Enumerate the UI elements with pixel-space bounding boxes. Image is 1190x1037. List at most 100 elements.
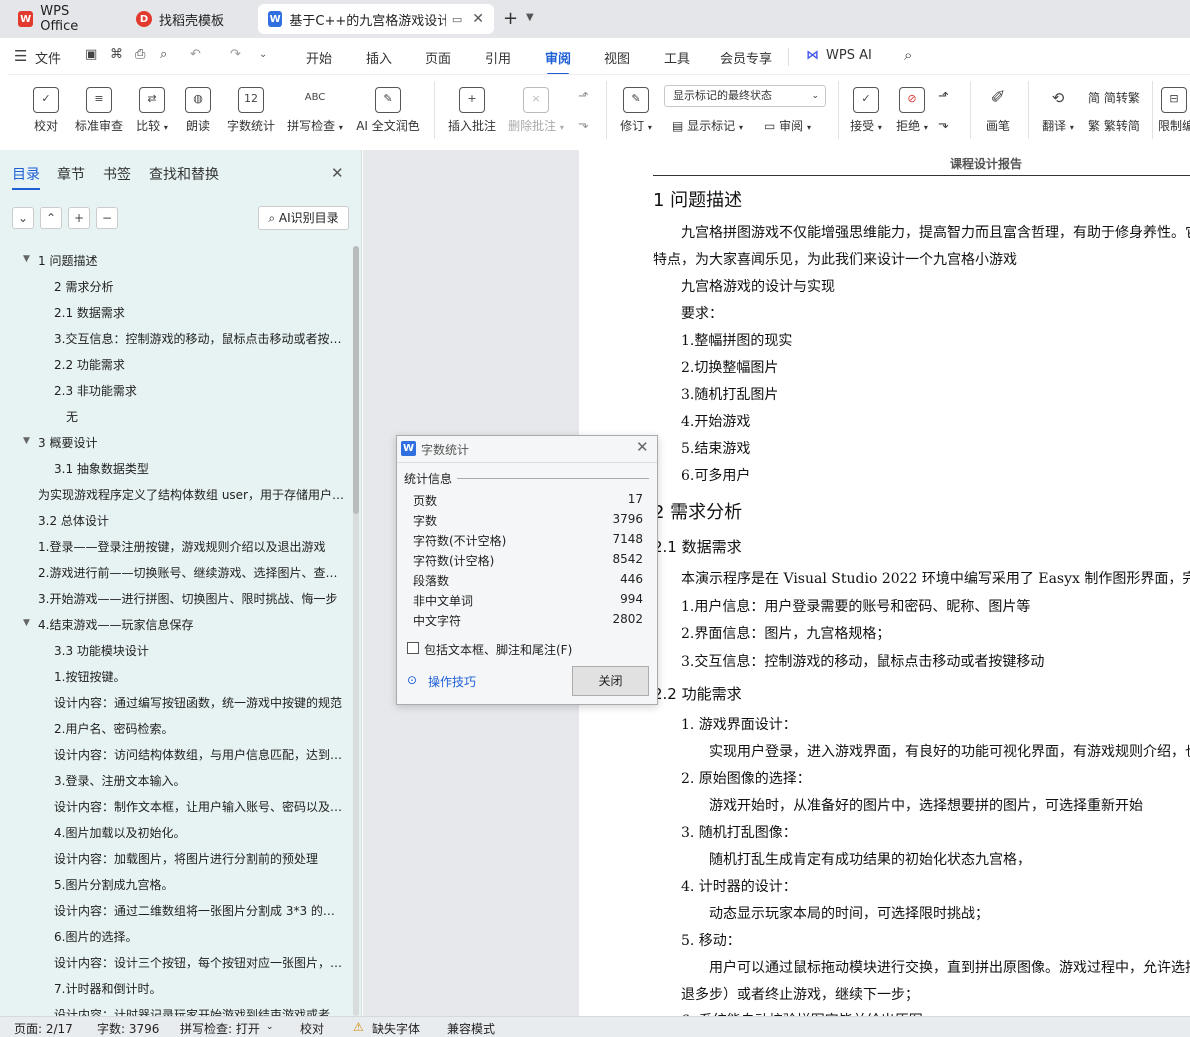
toc-item[interactable]: 3.开始游戏——进行拼图、切换图片、限时挑战、悔一步 (38, 590, 337, 607)
close-icon[interactable]: ✕ (472, 11, 484, 27)
menu-tools[interactable]: 工具 (664, 48, 690, 67)
review-pane-button[interactable]: ▭ 审阅 ▾ (764, 117, 811, 134)
menu-page[interactable]: 页面 (425, 48, 451, 67)
toc-item[interactable]: 2 需求分析 (54, 278, 113, 295)
chevron-down-icon[interactable]: ⌄ (259, 49, 267, 60)
next-change-icon[interactable]: ⬎ (938, 117, 949, 132)
standard-review-button[interactable]: ≡ 标准审查 (72, 75, 126, 145)
proofread-button[interactable]: ✓ 校对 (28, 75, 64, 145)
toc-item[interactable]: 1.按钮按键。 (54, 668, 125, 685)
to-simplified-button[interactable]: 繁 繁转简 (1088, 117, 1140, 134)
toc-item[interactable]: ▼ 3 概要设计 (23, 434, 97, 451)
menu-review[interactable]: 审阅 (545, 48, 571, 75)
word-count-button[interactable]: 12 字数统计 (224, 75, 278, 145)
proofread-indicator[interactable]: 校对 (300, 1020, 324, 1037)
page-indicator[interactable]: 页面: 2/17 (14, 1020, 73, 1037)
previous-change-icon[interactable]: ⬏ (938, 89, 949, 104)
toc-item[interactable]: 3.交互信息：控制游戏的移动，鼠标点击移动或者按键移动 (54, 330, 346, 347)
ai-toc-button[interactable]: ⌕ AI识别目录 (258, 206, 349, 230)
chevron-down-icon[interactable]: ⌄ (266, 1022, 274, 1032)
menu-start[interactable]: 开始 (306, 48, 332, 67)
collapse-arrow-icon[interactable]: ▼ (23, 436, 30, 446)
toc-item[interactable]: 设计内容：加载图片，将图片进行分割前的预处理 (54, 850, 318, 867)
undo-icon[interactable]: ↶ (190, 47, 201, 62)
pen-button[interactable]: ✐ 画笔 (980, 75, 1016, 145)
reject-button[interactable]: ⊘ 拒绝 ▾ (892, 75, 932, 145)
show-markup-button[interactable]: ▤ 显示标记 ▾ (672, 117, 743, 134)
compat-mode-indicator[interactable]: 兼容模式 (447, 1020, 495, 1037)
print-icon[interactable]: ⎙ (135, 47, 145, 62)
missing-font-indicator[interactable]: 缺失字体 (372, 1020, 420, 1037)
to-traditional-button[interactable]: 简 简转繁 (1088, 89, 1140, 106)
toc-item[interactable]: 设计内容：通过二维数组将一张图片分割成 3*3 的九宫格 (54, 902, 346, 919)
word-count-indicator[interactable]: 字数: 3796 (97, 1020, 159, 1037)
tab-chapters[interactable]: 章节 (57, 164, 85, 184)
collapse-arrow-icon[interactable]: ▼ (23, 254, 30, 264)
previous-comment-icon[interactable]: ⬏ (578, 89, 589, 104)
close-pane-icon[interactable]: ✕ (331, 164, 344, 182)
chevron-down-icon[interactable]: ▼ (526, 12, 534, 23)
track-changes-button[interactable]: ✎ 修订 ▾ (616, 75, 656, 145)
toc-item[interactable]: 3.2 总体设计 (38, 512, 109, 529)
monitor-icon[interactable]: ▭ (452, 13, 462, 26)
toc-item[interactable]: 5.图片分割成九宫格。 (54, 876, 173, 893)
tab-toc[interactable]: 目录 (12, 164, 40, 190)
translate-button[interactable]: ⟲ 翻译 ▾ (1038, 75, 1078, 145)
document-page[interactable]: 课程设计报告 1 问题描述 九宫格拼图游戏不仅能增强思维能力，提高智力而且富含哲理… (579, 150, 1190, 1016)
toc-item[interactable]: 无 (66, 408, 78, 425)
print-preview-icon[interactable]: ⌕ (160, 47, 167, 62)
remove-heading-button[interactable]: − (96, 207, 118, 229)
scrollbar-thumb[interactable] (353, 246, 359, 514)
tips-link[interactable]: 操作技巧 (428, 673, 476, 690)
next-comment-icon[interactable]: ⬎ (578, 117, 589, 132)
toc-item[interactable]: 2.3 非功能需求 (54, 382, 137, 399)
save-icon[interactable]: ▣ (85, 47, 97, 62)
toc-item[interactable]: 3.登录、注册文本输入。 (54, 772, 185, 789)
menu-insert[interactable]: 插入 (366, 48, 392, 67)
tab-wps-office[interactable]: W WPS Office (8, 4, 118, 34)
expand-down-button[interactable]: ⌄ (12, 207, 34, 229)
tab-find-replace[interactable]: 查找和替换 (149, 164, 219, 184)
toc-item[interactable]: ▼ 4.结束游戏——玩家信息保存 (23, 616, 193, 633)
toc-scrollbar[interactable] (353, 246, 359, 1016)
menu-membership[interactable]: 会员专享 (720, 48, 772, 67)
search-icon[interactable]: ⌕ (904, 46, 912, 64)
toc-item[interactable]: 4.图片加载以及初始化。 (54, 824, 185, 841)
accept-button[interactable]: ✓ 接受 ▾ (846, 75, 886, 145)
new-tab-plus-icon[interactable]: + (503, 8, 518, 29)
collapse-up-button[interactable]: ⌃ (40, 207, 62, 229)
toc-item[interactable]: 1.登录——登录注册按键，游戏规则介绍以及退出游戏 (38, 538, 325, 555)
compare-button[interactable]: ⇄ 比较 ▾ (132, 75, 172, 145)
spell-check-button[interactable]: ABC 拼写检查 ▾ (284, 75, 346, 145)
tab-document[interactable]: W 基于C++的九宫格游戏设计与 ▭ ✕ (258, 4, 494, 34)
toc-item[interactable]: 6.图片的选择。 (54, 928, 137, 945)
display-mode-select[interactable]: 显示标记的最终状态 ⌄ (664, 85, 826, 107)
tab-bookmarks[interactable]: 书签 (103, 164, 131, 184)
add-heading-button[interactable]: + (68, 207, 90, 229)
toc-item[interactable]: ▼ 1 问题描述 (23, 252, 97, 269)
toc-item[interactable]: 3.3 功能模块设计 (54, 642, 149, 659)
toc-item[interactable]: 7.计时器和倒计时。 (54, 980, 161, 997)
insert-comment-button[interactable]: + 插入批注 (444, 75, 500, 145)
toc-item[interactable]: 2.2 功能需求 (54, 356, 125, 373)
close-icon[interactable]: ✕ (636, 438, 649, 456)
include-textbox-checkbox[interactable] (407, 642, 419, 654)
collapse-arrow-icon[interactable]: ▼ (23, 618, 30, 628)
delete-comment-button[interactable]: × 删除批注 ▾ (506, 75, 566, 145)
toc-item[interactable]: 2.游戏进行前——切换账号、继续游戏、选择图片、查看排行 (38, 564, 346, 581)
spell-check-indicator[interactable]: 拼写检查: 打开 (180, 1020, 260, 1037)
menu-wps-ai[interactable]: WPS AI (826, 48, 872, 63)
menu-file[interactable]: 文件 (35, 48, 61, 67)
toc-item[interactable]: 2.用户名、密码检索。 (54, 720, 173, 737)
toc-item[interactable]: 设计内容：制作文本框，让用户输入账号、密码以及昵称 (54, 798, 346, 815)
toc-item[interactable]: 设计内容：访问结构体数组，与用户信息匹配，达到登录 (54, 746, 346, 763)
menu-references[interactable]: 引用 (485, 48, 511, 67)
toc-item[interactable]: 设计内容：设计三个按钮，每个按钮对应一张图片，点击 (54, 954, 346, 971)
read-aloud-button[interactable]: ◍ 朗读 (180, 75, 216, 145)
ai-polish-button[interactable]: ✎ AI 全文润色 (354, 75, 422, 145)
share-icon[interactable]: ⌘ (110, 47, 123, 62)
hamburger-icon[interactable]: ☰ (14, 47, 27, 65)
toc-item[interactable]: 3.1 抽象数据类型 (54, 460, 149, 477)
toc-item[interactable]: 为实现游戏程序定义了结构体数组 user，用于存储用户信息 (38, 486, 346, 503)
menu-view[interactable]: 视图 (604, 48, 630, 67)
